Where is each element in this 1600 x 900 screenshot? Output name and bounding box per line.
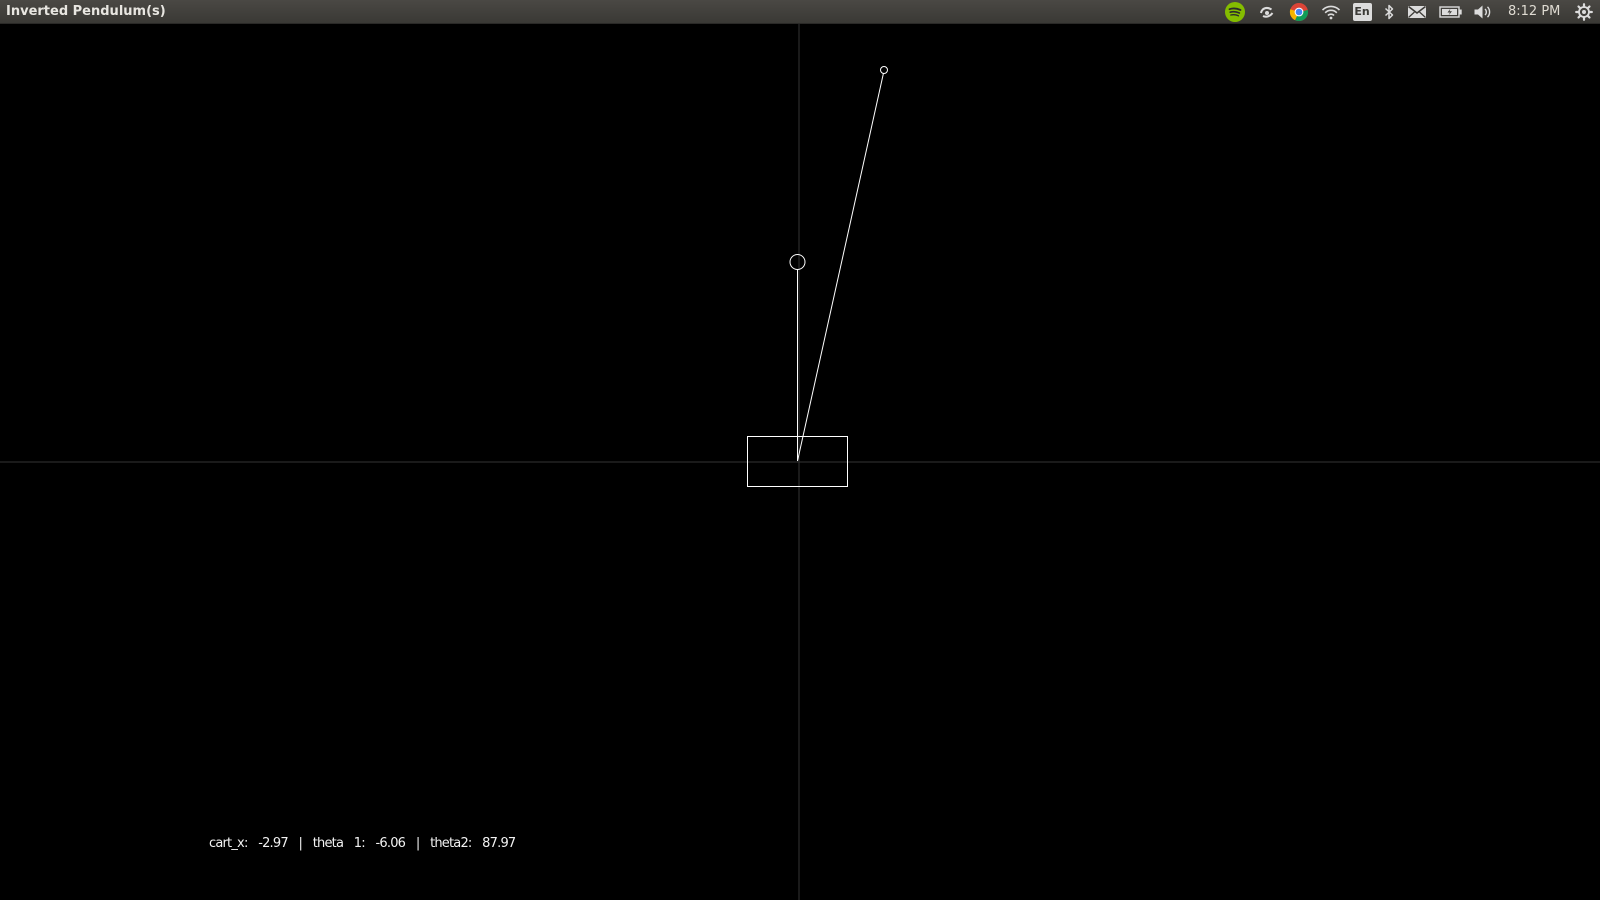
bluetooth-icon[interactable] [1382, 2, 1396, 22]
state-readout: cart_x: -2.97 | theta 1: -6.06 | theta2:… [209, 836, 516, 851]
gear-power-icon[interactable] [1574, 2, 1594, 22]
pendulum-scene [0, 24, 1600, 900]
simulation-canvas [0, 24, 1600, 900]
mail-icon[interactable] [1406, 2, 1428, 22]
pendulum-bob-2 [880, 66, 888, 74]
volume-icon[interactable] [1472, 2, 1494, 22]
app-title: Inverted Pendulum(s) [6, 4, 166, 19]
battery-icon[interactable] [1438, 2, 1464, 22]
sync-icon[interactable] [1258, 2, 1276, 22]
keyboard-layout-label: En [1352, 3, 1372, 21]
wifi-icon[interactable] [1320, 2, 1342, 22]
top-panel: Inverted Pendulum(s) En 8:12 PM [0, 0, 1600, 24]
keyboard-layout-indicator[interactable]: En [1352, 2, 1372, 22]
chrome-icon[interactable] [1288, 2, 1310, 22]
pendulum-rod-2 [797, 72, 884, 462]
spotify-icon[interactable] [1224, 2, 1246, 22]
clock[interactable]: 8:12 PM [1508, 0, 1560, 24]
pendulum-bob-1 [789, 254, 806, 270]
